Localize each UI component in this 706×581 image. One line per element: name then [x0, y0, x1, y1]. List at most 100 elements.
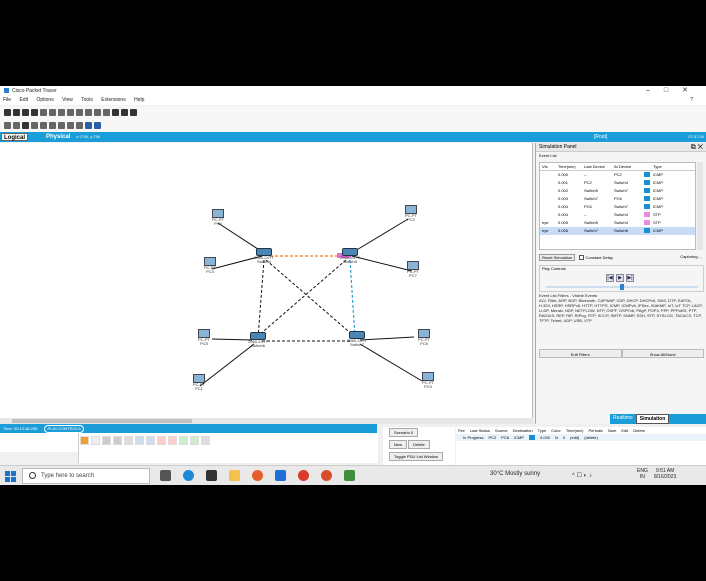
pc4[interactable]: PC-PT PC4 [200, 257, 220, 274]
select-icon[interactable] [4, 122, 11, 129]
copy-icon[interactable] [49, 109, 56, 116]
menu-edit[interactable]: Edit [19, 97, 28, 103]
event-row[interactable]: 0.001 PC2 Switch4 ICMP [540, 179, 695, 187]
iot-cable-icon[interactable] [190, 436, 199, 445]
switch4[interactable]: 2960-24TT Switch4 [250, 248, 278, 264]
language-indicator[interactable]: ENG IN [637, 468, 648, 480]
back-icon[interactable]: |◀ [606, 274, 614, 282]
add-simple-pdu-icon[interactable] [85, 122, 92, 129]
octal-cable-icon[interactable] [179, 436, 188, 445]
taskbar-search[interactable]: Type here to search [22, 468, 150, 484]
reset-simulation-button[interactable]: Reset Simulation [539, 254, 576, 261]
paste-icon[interactable] [58, 109, 65, 116]
constant-delay-checkbox[interactable] [579, 255, 585, 261]
event-row[interactable]: 0.004 -- Switch4 STP [540, 211, 695, 219]
menu-file[interactable]: File [3, 97, 11, 103]
print-icon[interactable] [31, 109, 38, 116]
edit-filters-button[interactable]: Edit Filters [539, 349, 622, 358]
event-row[interactable]: eye 0.006 Switch7 Switch6 ICMP [540, 227, 695, 235]
slider-knob[interactable] [620, 284, 624, 290]
pc1[interactable]: PC-PT PC1 [189, 374, 209, 391]
serial-dte-icon[interactable] [168, 436, 177, 445]
edge-icon[interactable] [183, 470, 194, 481]
scroll-thumb[interactable] [12, 419, 192, 423]
line-icon[interactable] [49, 122, 56, 129]
redo-icon[interactable] [76, 109, 83, 116]
new-scenario-button[interactable]: New [389, 440, 408, 449]
pc2[interactable]: PC-PT PC2 [400, 205, 422, 222]
chrome-icon[interactable] [298, 470, 309, 481]
packet-tracer-taskbar-icon[interactable] [321, 470, 332, 481]
switch7[interactable]: 2960-24TT Switch7 [343, 331, 371, 347]
copper-straight-icon[interactable] [102, 436, 111, 445]
coaxial-icon[interactable] [146, 436, 155, 445]
undo-icon[interactable] [67, 109, 74, 116]
taskbar-clock[interactable]: 9:51 AM 8/16/2023 [654, 468, 676, 480]
usb-cable-icon[interactable] [201, 436, 210, 445]
menu-view[interactable]: View [62, 97, 73, 103]
zoom-reset-icon[interactable] [94, 109, 101, 116]
app-icon[interactable] [344, 470, 355, 481]
event-row[interactable]: 0.000 -- PC2 ICMP [540, 171, 695, 179]
zoom-in-icon[interactable] [85, 109, 92, 116]
help-icon[interactable]: ? [690, 96, 693, 105]
rectangle-icon[interactable] [58, 122, 65, 129]
menu-help[interactable]: Help [134, 97, 144, 103]
pc5[interactable]: PC-PT PC5 [194, 329, 214, 346]
event-row[interactable]: 0.002 Switch5 Switch7 ICMP [540, 187, 695, 195]
pdu-icon[interactable] [130, 109, 137, 116]
switch5[interactable]: 2960-24TT Switch5 [336, 248, 364, 264]
logical-workspace[interactable]: PC-PT PC0 PC-PT PC4 PC-PT PC2 PC-PT PC7 2960… [0, 143, 533, 418]
freeform-icon[interactable] [76, 122, 83, 129]
pc7[interactable]: PC-PT PC7 [402, 261, 424, 278]
show-all-button[interactable]: Show All/None [621, 349, 704, 358]
menu-extensions[interactable]: Extensions [101, 97, 125, 103]
custom-device-icon[interactable] [121, 109, 128, 116]
root-label[interactable]: [Root] [594, 133, 607, 141]
device-type-selector[interactable] [0, 433, 78, 452]
toggle-pdu-list-button[interactable]: Toggle PDU List Window [389, 452, 444, 461]
copper-cross-icon[interactable] [113, 436, 122, 445]
scenario-select[interactable]: Scenario 0 [389, 428, 419, 437]
event-row[interactable]: 0.004 PC6 Switch7 ICMP [540, 203, 695, 211]
windows-start-icon[interactable] [5, 471, 16, 482]
panel-close-icon[interactable]: ⧉ ✕ [691, 143, 703, 152]
event-list-scrollbar[interactable] [697, 162, 703, 250]
pc0[interactable]: PC-PT PC0 [208, 209, 228, 226]
wizard-icon[interactable] [40, 109, 47, 116]
tab-logical[interactable]: Logical [1, 133, 29, 141]
resize-icon[interactable] [31, 122, 38, 129]
weather-widget[interactable]: 30°C Mostly sunny [490, 471, 540, 477]
play-icon[interactable]: ▶ [616, 274, 624, 282]
delete-scenario-button[interactable]: Delete [408, 440, 430, 449]
console-cable-icon[interactable] [91, 436, 100, 445]
store-icon[interactable] [206, 470, 217, 481]
event-row[interactable]: 0.003 Switch7 PC6 ICMP [540, 195, 695, 203]
fiber-icon[interactable] [124, 436, 133, 445]
pc3[interactable]: PC-PT PC3 [418, 372, 438, 389]
new-file-icon[interactable] [4, 109, 11, 116]
play-speed-slider[interactable] [546, 284, 698, 290]
ellipse-icon[interactable] [67, 122, 74, 129]
forward-icon[interactable]: ▶| [626, 274, 634, 282]
phone-cable-icon[interactable] [135, 436, 144, 445]
save-icon[interactable] [22, 109, 29, 116]
pc6[interactable]: PC-PT PC6 [414, 329, 434, 346]
switch6[interactable]: 2960-24TT Switch6 [244, 332, 272, 348]
open-icon[interactable] [13, 109, 20, 116]
menu-tools[interactable]: Tools [81, 97, 93, 103]
serial-dce-icon[interactable] [157, 436, 166, 445]
delete-icon[interactable] [22, 122, 29, 129]
mail-icon[interactable] [275, 470, 286, 481]
play-controls-button[interactable]: PLAY CONTROLS [44, 425, 84, 433]
file-explorer-icon[interactable] [229, 470, 240, 481]
tab-physical[interactable]: Physical [44, 133, 72, 141]
note-icon[interactable] [40, 122, 47, 129]
inspect-icon[interactable] [13, 122, 20, 129]
task-view-icon[interactable] [160, 470, 171, 481]
firefox-icon[interactable] [252, 470, 263, 481]
event-row[interactable]: eye 0.005 Switch5 Switch4 STP [540, 219, 695, 227]
tab-simulation[interactable]: Simulation [635, 414, 670, 424]
pdu-row[interactable]: In Progress PC2 PC6 ICMP 0.000 N 0 (edit) (delet… [456, 434, 706, 441]
auto-connection-icon[interactable] [80, 436, 89, 445]
